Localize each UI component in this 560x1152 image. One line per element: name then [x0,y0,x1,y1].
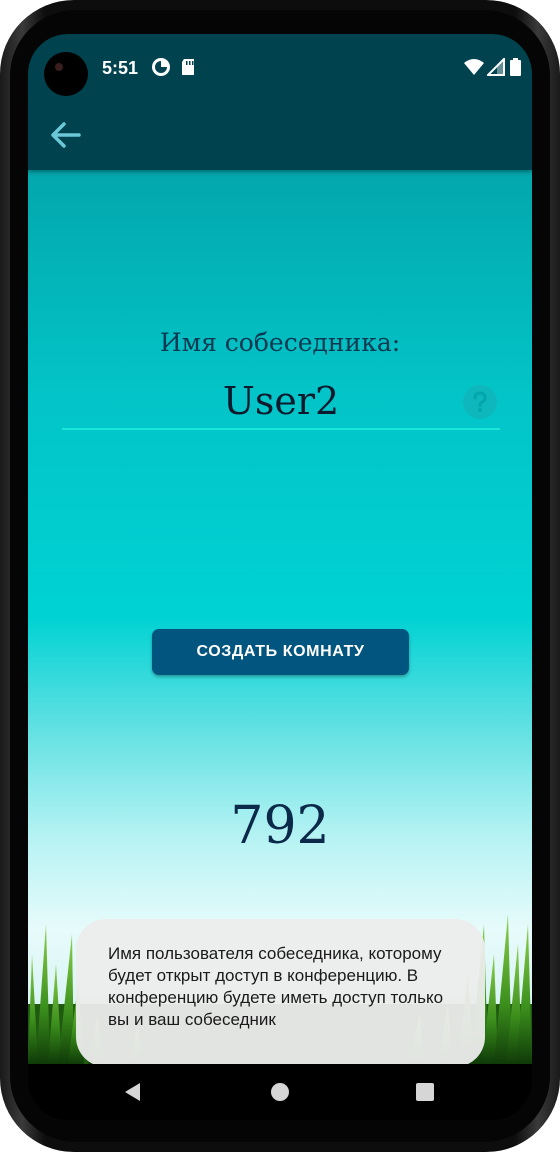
battery-icon [510,58,521,76]
back-triangle-icon[interactable] [119,1078,147,1106]
interlocutor-name-input[interactable] [62,374,500,430]
screen: 5:51 Имя собеседника: User2 СОЗДАТЬ КОМН… [28,34,532,1120]
arrow-left-icon[interactable] [42,114,88,156]
toast-message: Имя пользователя собеседника, которому б… [76,919,485,1064]
recents-square-icon[interactable] [411,1078,439,1106]
sd-card-icon [182,59,194,75]
home-circle-icon[interactable] [266,1078,294,1106]
phone-frame: 5:51 Имя собеседника: User2 СОЗДАТЬ КОМН… [0,0,560,1152]
navigation-bar [28,1064,532,1120]
room-number: 792 [230,796,330,856]
signal-icon [487,58,505,76]
main-content: Имя собеседника: СОЗДАТЬ КОМНАТУ 792 Имя… [28,170,532,1064]
question-circle-icon[interactable] [462,384,498,420]
camera-cutout [44,52,88,96]
interlocutor-label: Имя собеседника: [159,328,401,357]
app-bar [28,100,532,170]
status-bar: 5:51 [28,34,532,100]
create-room-button[interactable]: СОЗДАТЬ КОМНАТУ [152,629,409,675]
status-time: 5:51 [102,58,139,78]
wifi-icon [464,59,484,75]
data-saver-icon [152,58,170,76]
